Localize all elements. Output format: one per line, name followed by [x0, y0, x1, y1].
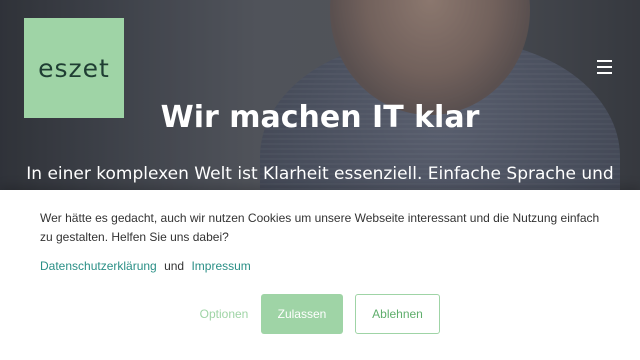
- links-conjunction: und: [164, 259, 185, 273]
- hero-section: eszet Wir machen IT klar In einer komple…: [0, 0, 640, 190]
- deny-cookies-button[interactable]: Ablehnen: [355, 294, 440, 334]
- allow-cookies-button[interactable]: Zulassen: [261, 294, 343, 334]
- imprint-link[interactable]: Impressum: [191, 259, 250, 273]
- privacy-policy-link[interactable]: Datenschutzerklärung: [40, 259, 157, 273]
- cookie-links: Datenschutzerklärung und Impressum: [40, 259, 251, 273]
- options-button[interactable]: Optionen: [188, 294, 260, 334]
- hamburger-menu-icon[interactable]: [596, 60, 616, 76]
- cookie-consent-banner: Wer hätte es gedacht, auch wir nutzen Co…: [0, 190, 640, 360]
- hero-subtitle: In einer komplexen Welt ist Klarheit ess…: [26, 164, 614, 184]
- hero-title: Wir machen IT klar: [160, 100, 480, 135]
- logo-text: eszet: [38, 53, 110, 83]
- cookie-message: Wer hätte es gedacht, auch wir nutzen Co…: [40, 211, 600, 244]
